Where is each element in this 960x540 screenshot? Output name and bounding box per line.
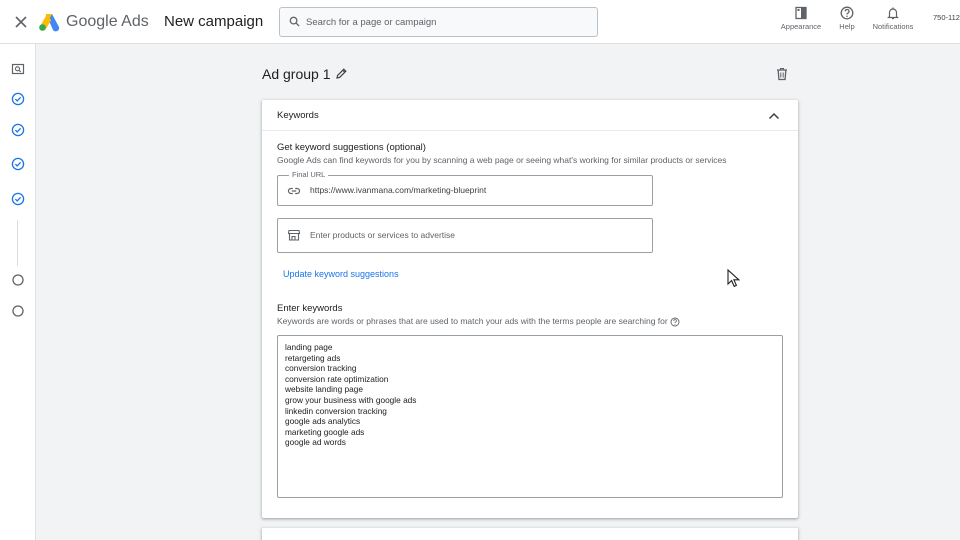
brand-name: Google Ads xyxy=(66,13,149,30)
enter-keywords-description-text: Keywords are words or phrases that are u… xyxy=(277,316,668,326)
suggestions-title: Get keyword suggestions (optional) xyxy=(277,142,426,153)
store-icon xyxy=(287,229,301,241)
keywords-card: Keywords Get keyword suggestions (option… xyxy=(262,100,798,518)
help-button[interactable]: Help xyxy=(834,6,860,38)
help-icon xyxy=(840,6,854,20)
keywords-textarea[interactable]: landing page retargeting ads conversion … xyxy=(277,335,783,498)
keyword-line: linkedin conversion tracking xyxy=(285,405,387,416)
keywords-card-header[interactable]: Keywords xyxy=(262,100,798,131)
link-icon xyxy=(287,187,301,195)
account-id[interactable]: 750-112 xyxy=(933,13,960,22)
keyword-line: google ad words xyxy=(285,437,346,448)
step-pending-icon[interactable] xyxy=(11,304,25,318)
final-url-field[interactable]: Final URL xyxy=(277,170,653,206)
ad-group-title: Ad group 1 xyxy=(262,66,331,82)
update-keyword-suggestions-link[interactable]: Update keyword suggestions xyxy=(283,269,399,279)
keyword-line: landing page xyxy=(285,342,333,352)
keyword-line: conversion tracking xyxy=(285,363,357,374)
campaign-overview-icon[interactable] xyxy=(11,62,25,76)
step-complete-icon[interactable] xyxy=(11,92,25,106)
step-pending-icon[interactable] xyxy=(11,273,25,287)
keyword-line: marketing google ads xyxy=(285,426,365,437)
help-label: Help xyxy=(839,22,855,31)
mouse-cursor-icon xyxy=(727,269,740,288)
bell-icon xyxy=(887,7,899,20)
final-url-label: Final URL xyxy=(289,170,329,179)
card-title: Keywords xyxy=(277,110,319,121)
help-circle-icon[interactable] xyxy=(670,317,680,327)
notifications-button[interactable]: Notifications xyxy=(867,6,919,38)
step-rail xyxy=(0,44,36,540)
enter-keywords-description: Keywords are words or phrases that are u… xyxy=(277,316,680,327)
final-url-input[interactable] xyxy=(310,182,640,198)
products-field[interactable] xyxy=(277,218,653,253)
search-input[interactable] xyxy=(306,13,591,31)
keyword-line: website landing page xyxy=(285,384,363,395)
keyword-line: retargeting ads xyxy=(285,352,341,363)
appearance-button[interactable]: Appearance xyxy=(778,6,824,38)
google-ads-logo-icon xyxy=(38,12,60,32)
keyword-line: google ads analytics xyxy=(285,416,361,427)
appearance-label: Appearance xyxy=(780,22,822,31)
search-icon xyxy=(289,16,300,27)
top-bar: Google Ads New campaign Appearance Help … xyxy=(0,0,960,44)
enter-keywords-title: Enter keywords xyxy=(277,303,343,314)
step-complete-icon[interactable] xyxy=(11,123,25,137)
keyword-line: grow your business with google ads xyxy=(285,395,417,405)
step-connector xyxy=(17,220,18,266)
keyword-line: conversion rate optimization xyxy=(285,373,389,384)
appearance-icon xyxy=(795,6,807,20)
page-title: New campaign xyxy=(164,13,264,30)
suggestions-description: Google Ads can find keywords for you by … xyxy=(277,155,727,165)
step-complete-icon[interactable] xyxy=(11,157,25,171)
pencil-icon[interactable] xyxy=(335,67,348,80)
next-section-card[interactable] xyxy=(262,528,798,540)
close-icon[interactable] xyxy=(12,13,30,31)
search-box[interactable] xyxy=(279,7,598,37)
products-input[interactable] xyxy=(310,227,640,243)
step-complete-icon[interactable] xyxy=(11,192,25,206)
trash-icon[interactable] xyxy=(776,67,788,81)
chevron-up-icon[interactable] xyxy=(767,109,781,123)
notifications-label: Notifications xyxy=(872,22,914,31)
